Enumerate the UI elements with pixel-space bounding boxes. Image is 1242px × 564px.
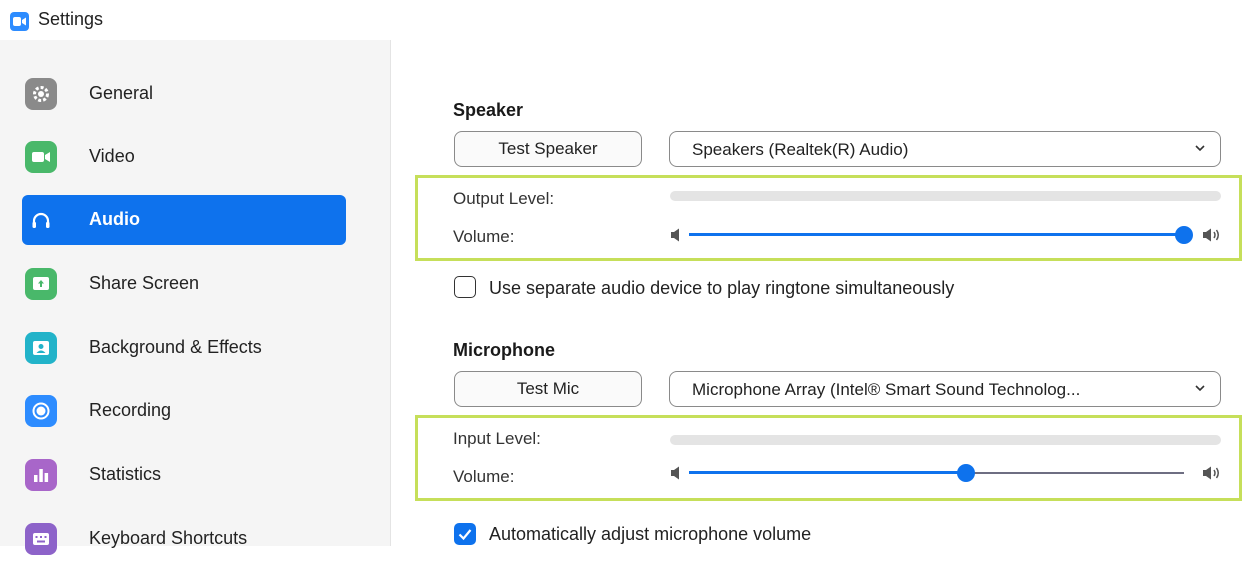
microphone-device-select[interactable]: Microphone Array (Intel® Smart Sound Tec… bbox=[669, 371, 1221, 407]
sidebar-item-label: Video bbox=[89, 146, 135, 166]
sidebar-item-recording[interactable]: Recording bbox=[22, 386, 346, 436]
sidebar: General Video Audio Share Screen Backgro… bbox=[0, 40, 391, 555]
auto-adjust-checkbox-label: Automatically adjust microphone volume bbox=[489, 524, 812, 544]
speaker-volume-label: Volume: bbox=[453, 227, 515, 246]
audio-settings-panel: Speaker Test Speaker Speakers (Realtek(R… bbox=[391, 40, 1242, 546]
chevron-down-icon bbox=[1195, 145, 1205, 152]
output-level-meter bbox=[670, 191, 1221, 201]
ringtone-checkbox[interactable] bbox=[454, 276, 476, 298]
volume-high-icon bbox=[1203, 228, 1219, 242]
microphone-volume-label: Volume: bbox=[453, 467, 515, 486]
recording-icon bbox=[25, 395, 57, 427]
statistics-icon bbox=[25, 459, 57, 491]
input-level-meter bbox=[670, 435, 1221, 445]
ringtone-checkbox-label: Use separate audio device to play ringto… bbox=[489, 278, 955, 298]
slider-thumb[interactable] bbox=[1175, 226, 1193, 244]
volume-low-icon bbox=[671, 466, 679, 480]
sidebar-item-background-effects[interactable]: Background & Effects bbox=[22, 323, 346, 373]
share-screen-icon bbox=[25, 268, 57, 300]
video-camera-icon bbox=[25, 141, 57, 173]
speaker-levels-highlight bbox=[415, 175, 1242, 261]
zoom-camera-icon bbox=[10, 12, 29, 31]
sidebar-item-general[interactable]: General bbox=[22, 69, 346, 119]
volume-high-icon bbox=[1203, 466, 1219, 480]
gear-icon bbox=[25, 78, 57, 110]
test-speaker-button[interactable]: Test Speaker bbox=[454, 131, 642, 167]
volume-low-icon bbox=[671, 228, 679, 242]
keyboard-icon bbox=[25, 523, 57, 555]
microphone-section-title: Microphone bbox=[453, 340, 555, 360]
sidebar-item-label: Share Screen bbox=[89, 273, 200, 293]
sidebar-item-label: Audio bbox=[89, 209, 140, 229]
title-bar: Settings bbox=[0, 0, 1242, 40]
microphone-levels-highlight bbox=[415, 415, 1242, 501]
output-level-label: Output Level: bbox=[453, 189, 555, 208]
sidebar-item-video[interactable]: Video bbox=[22, 132, 346, 182]
speaker-section-title: Speaker bbox=[453, 100, 524, 120]
slider-fill bbox=[689, 471, 967, 474]
slider-fill bbox=[689, 233, 1184, 236]
chevron-down-icon bbox=[1195, 385, 1205, 392]
window-title: Settings bbox=[38, 9, 104, 29]
slider-thumb[interactable] bbox=[957, 464, 976, 482]
test-mic-button[interactable]: Test Mic bbox=[454, 371, 642, 407]
background-icon bbox=[25, 332, 57, 364]
headphones-icon bbox=[25, 204, 57, 236]
sidebar-item-label: Statistics bbox=[89, 464, 162, 484]
sidebar-item-statistics[interactable]: Statistics bbox=[22, 450, 346, 500]
sidebar-item-label: Recording bbox=[89, 400, 172, 420]
sidebar-item-share-screen[interactable]: Share Screen bbox=[22, 259, 346, 309]
speaker-device-value: Speakers (Realtek(R) Audio) bbox=[692, 140, 909, 159]
sidebar-item-audio[interactable]: Audio bbox=[22, 195, 346, 245]
microphone-volume-slider[interactable] bbox=[689, 463, 1184, 483]
input-level-label: Input Level: bbox=[453, 429, 541, 448]
speaker-volume-slider[interactable] bbox=[689, 225, 1193, 245]
checkmark-icon bbox=[458, 529, 472, 541]
sidebar-item-label: General bbox=[89, 83, 154, 103]
sidebar-item-label: Background & Effects bbox=[89, 337, 262, 357]
speaker-device-select[interactable]: Speakers (Realtek(R) Audio) bbox=[669, 131, 1221, 167]
auto-adjust-checkbox[interactable] bbox=[454, 523, 476, 545]
sidebar-item-keyboard-shortcuts[interactable]: Keyboard Shortcuts bbox=[22, 514, 346, 564]
microphone-device-value: Microphone Array (Intel® Smart Sound Tec… bbox=[692, 380, 1081, 399]
